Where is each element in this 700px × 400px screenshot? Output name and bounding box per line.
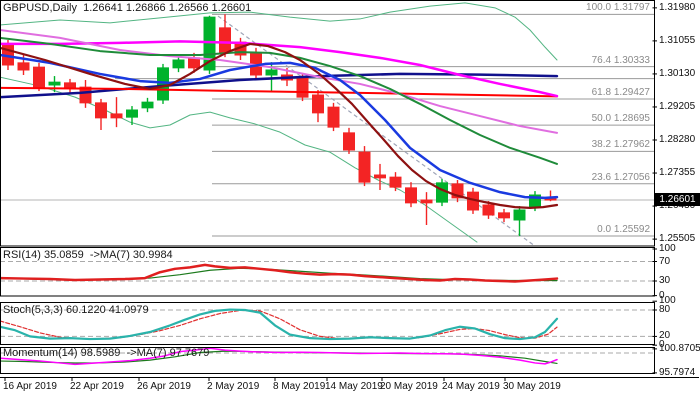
candle-20-May-2019 [374, 163, 386, 190]
candle-body [420, 199, 433, 204]
candle-25-Apr-2019 [110, 97, 123, 128]
candle-body [188, 57, 200, 69]
rsi-line [1, 263, 559, 283]
candle-body [172, 59, 185, 69]
candle-body [498, 212, 510, 219]
candle-body [17, 62, 30, 71]
candle-3-May-2019 [203, 15, 216, 74]
candle-body [482, 204, 495, 216]
candle-21-May-2019 [389, 172, 402, 192]
candle-body [436, 182, 448, 203]
candle-body [312, 94, 324, 114]
stoch-k-line [1, 308, 559, 341]
candle-body [374, 174, 386, 179]
candle-14-May-2019 [312, 90, 324, 123]
candle-body [389, 176, 402, 188]
candle-24-Apr-2019 [95, 98, 107, 130]
candle-24-May-2019 [436, 178, 448, 207]
candle-body [64, 82, 76, 89]
candle-body [358, 151, 371, 183]
candle-22-May-2019 [405, 182, 417, 208]
candle-body [513, 209, 526, 221]
candle-body [157, 67, 169, 101]
candle-body [141, 101, 154, 109]
candle-17-May-2019 [358, 146, 371, 187]
candle-body [126, 109, 138, 118]
candle-body [95, 102, 107, 119]
candle-30-Apr-2019 [157, 63, 169, 104]
candle-body [343, 132, 355, 151]
candle-body [219, 27, 231, 54]
candle-18-Apr-2019 [33, 62, 45, 92]
candle-4-Jun-2019 [544, 190, 557, 202]
candle-15-May-2019 [327, 102, 340, 132]
candle-22-Apr-2019 [64, 78, 76, 93]
ema-blue [1, 53, 559, 200]
candle-body [33, 66, 45, 88]
candle-30-May-2019 [498, 208, 510, 223]
candle-16-May-2019 [343, 127, 355, 154]
rsi-panel-border [0, 247, 655, 297]
candle-body [296, 76, 309, 98]
main-plot-area [1, 2, 654, 246]
stoch-d-line [1, 309, 558, 340]
candle-body [327, 106, 340, 128]
envelope-lower [1, 76, 478, 243]
mt4-chart-window: GBPUSD,Daily 1.26641 1.26866 1.26566 1.2… [0, 0, 700, 400]
momentum-line [1, 348, 558, 366]
candle-body [110, 113, 123, 119]
candle-26-Apr-2019 [126, 106, 138, 125]
candle-29-Apr-2019 [141, 97, 154, 113]
candle-body [265, 69, 278, 76]
chart-canvas[interactable] [0, 0, 700, 400]
envelope-upper [1, 2, 558, 61]
candle-body [48, 81, 61, 86]
candle-body [405, 187, 417, 204]
